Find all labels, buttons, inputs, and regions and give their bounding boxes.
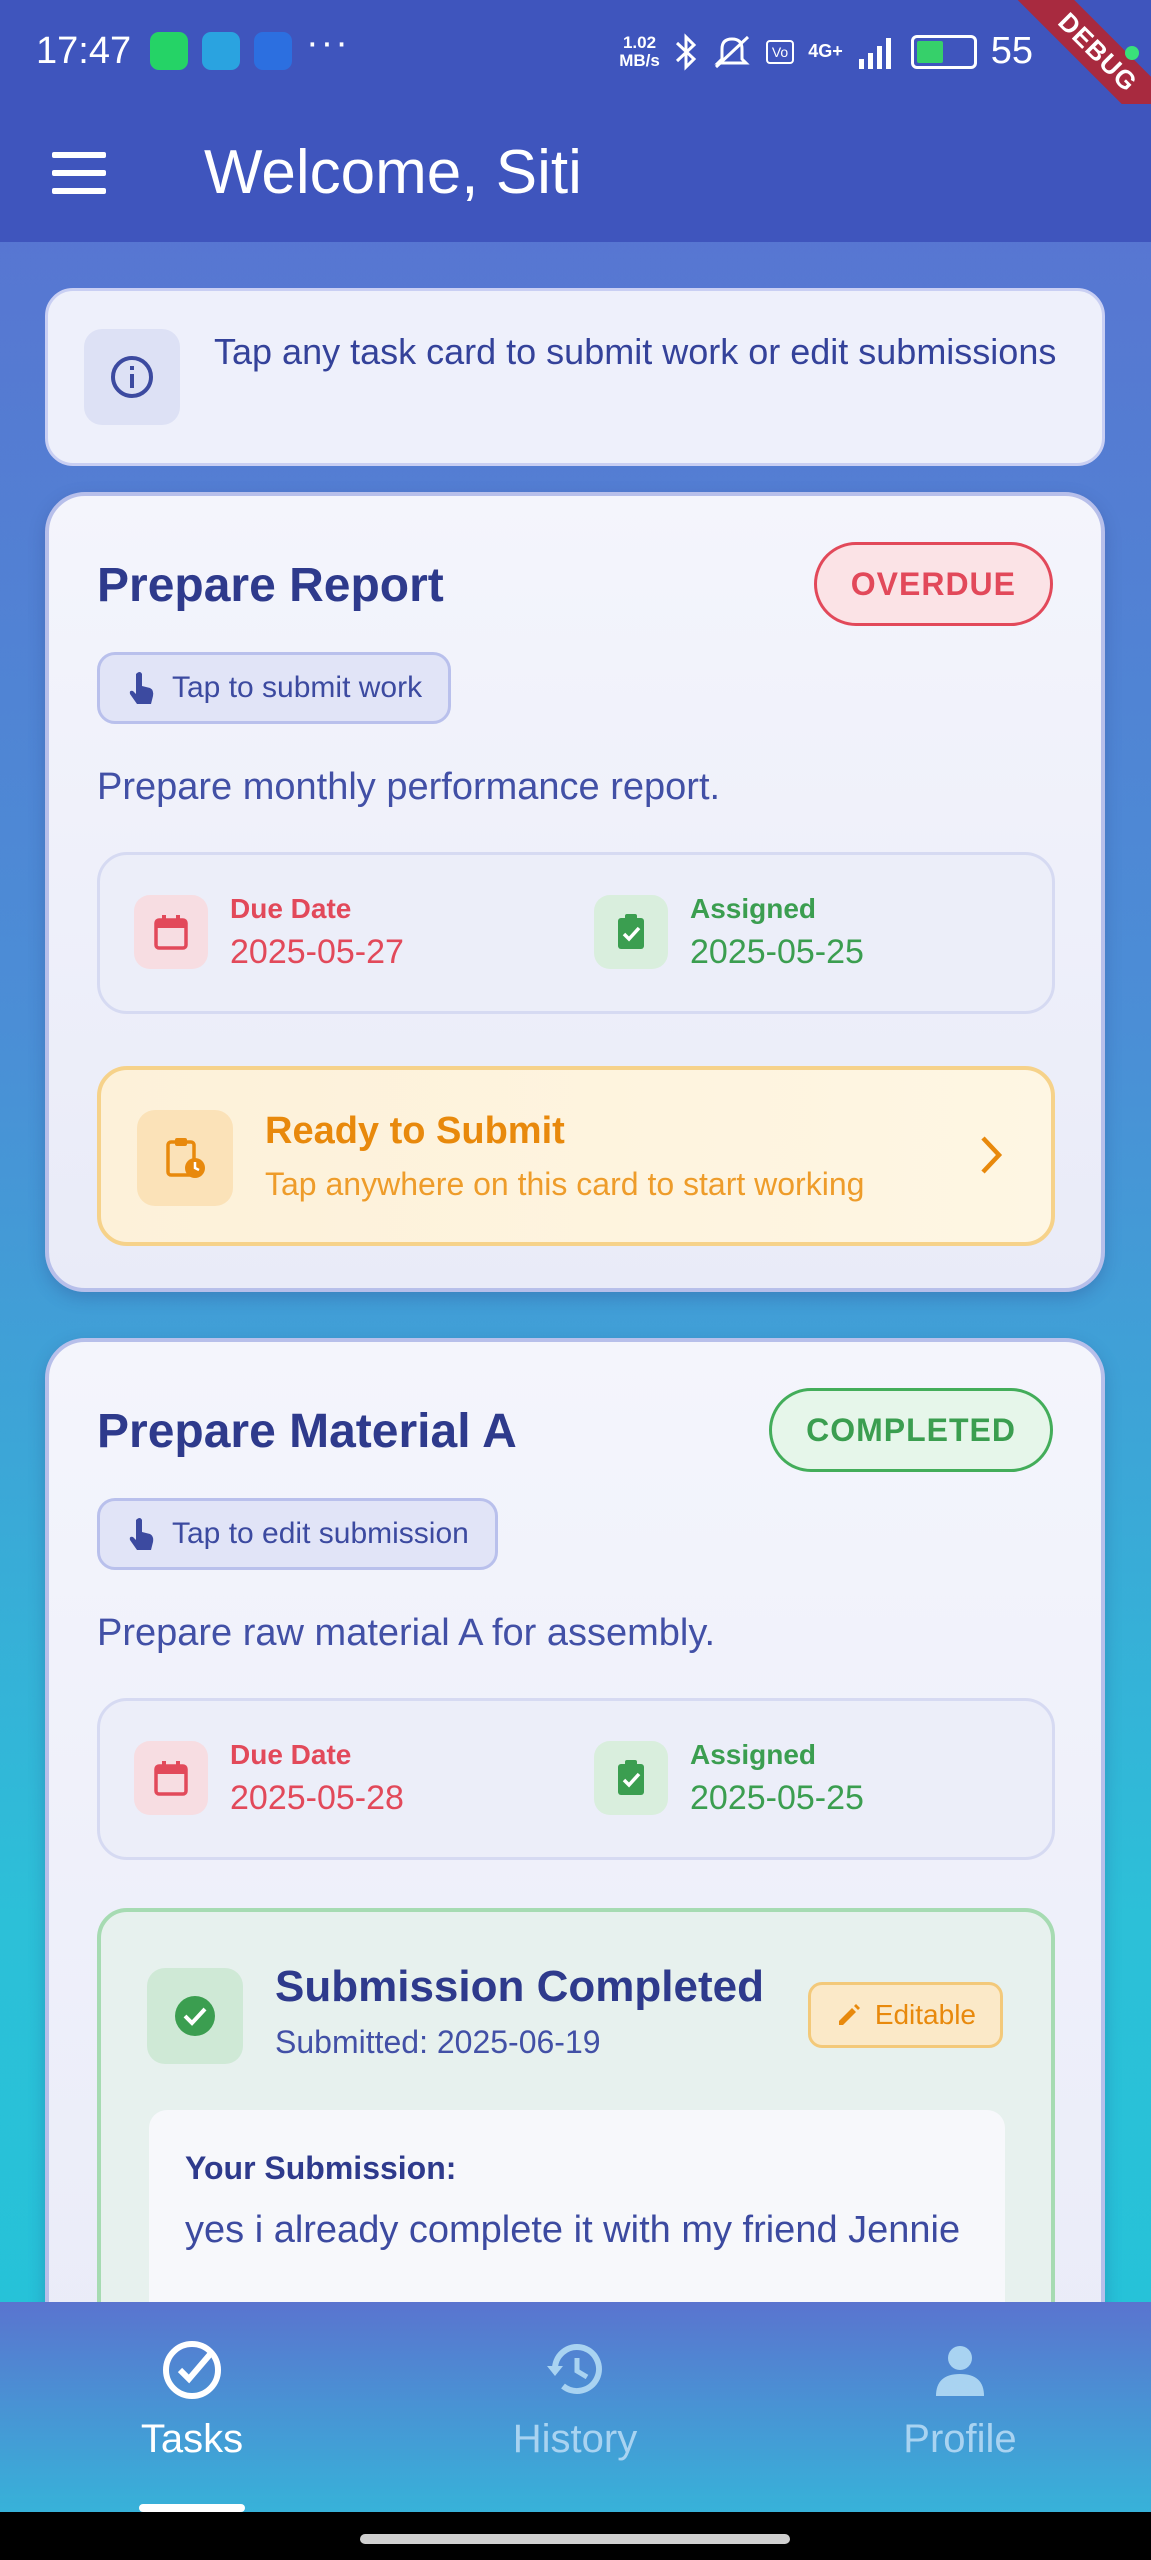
network-type: 4G+ <box>808 41 843 61</box>
person-icon <box>936 2346 984 2396</box>
editable-label: Editable <box>874 1999 976 2030</box>
task-title: Prepare Material A <box>97 1405 517 1458</box>
assigned-date-label: Assigned <box>690 1739 817 1770</box>
page-title: Welcome, Siti <box>204 138 582 207</box>
task-description: Prepare raw material A for assembly. <box>97 1612 716 1654</box>
submission-title: Submission Completed <box>275 1962 764 2011</box>
chevron-right-icon <box>981 1136 1003 1174</box>
tap-hint-label: Tap to edit submission <box>172 1517 469 1550</box>
network-speed-value: 1.02 <box>622 32 657 52</box>
calendar-icon <box>134 1741 208 1815</box>
volte-icon: Vo <box>765 39 795 64</box>
network-speed-unit: MB/s <box>619 50 660 70</box>
submit-subtitle: Tap anywhere on this card to start worki… <box>265 1166 865 1202</box>
signal-icon <box>858 37 891 69</box>
task-card[interactable]: Prepare Report OVERDUE Tap to submit wor… <box>45 492 1105 1292</box>
ready-to-submit-button[interactable]: Ready to Submit Tap anywhere on this car… <box>97 1066 1055 1246</box>
assigned-date-label: Assigned <box>690 893 817 924</box>
pending-clipboard-icon <box>137 1110 233 1206</box>
calendar-icon <box>134 895 208 969</box>
status-bar: 17:47 ··· 1.02 MB/s Vo 4G+ 55 DEBUG <box>0 0 1151 148</box>
assignment-check-icon <box>594 895 668 969</box>
task-dates: Due Date 2025-05-27 Assigned 2025-05-25 <box>97 852 1055 1014</box>
due-date-label: Due Date <box>230 1739 352 1770</box>
status-badge: COMPLETED <box>769 1388 1053 1472</box>
telegram-icon <box>202 32 240 70</box>
bluetooth-icon <box>675 32 696 71</box>
messenger-icon <box>254 32 292 70</box>
due-date-label: Due Date <box>230 893 352 924</box>
pencil-icon <box>838 2004 860 2025</box>
whatsapp-icon <box>150 32 188 70</box>
due-date-value: 2025-05-28 <box>230 1779 404 1817</box>
status-time: 17:47 <box>36 30 132 72</box>
tap-hint-chip: Tap to submit work <box>97 652 452 724</box>
nav-tasks[interactable]: Tasks <box>72 2338 312 2462</box>
nav-profile-label: Profile <box>903 2417 1017 2461</box>
assignment-check-icon <box>594 1741 668 1815</box>
assigned-date-value: 2025-05-25 <box>690 933 864 971</box>
info-banner: Tap any task card to submit work or edit… <box>45 288 1105 466</box>
nav-active-indicator <box>139 2504 245 2512</box>
task-description: Prepare monthly performance report. <box>97 766 721 808</box>
nav-history-label: History <box>512 2417 638 2461</box>
check-circle-icon <box>163 2341 221 2399</box>
touch-icon <box>129 672 154 704</box>
nav-history[interactable]: History <box>455 2338 695 2462</box>
your-submission-label: Your Submission: <box>185 2150 457 2186</box>
home-gesture-handle[interactable] <box>360 2534 790 2544</box>
status-indicators: 1.02 MB/s Vo 4G+ 55 <box>619 30 1033 73</box>
editable-button[interactable]: Editable <box>807 1982 1003 2048</box>
nav-profile[interactable]: Profile <box>840 2338 1080 2462</box>
submission-date: Submitted: 2025-06-19 <box>275 2024 601 2060</box>
due-date-value: 2025-05-27 <box>230 933 404 971</box>
mute-icon <box>714 35 750 68</box>
battery-icon <box>910 34 977 69</box>
battery-level: 55 <box>990 30 1033 72</box>
assigned-date-value: 2025-05-25 <box>690 1779 864 1817</box>
check-circle-icon <box>147 1968 243 2064</box>
info-icon <box>84 329 180 425</box>
submit-title: Ready to Submit <box>265 1110 565 1152</box>
more-notifications-icon: ··· <box>306 22 350 64</box>
menu-icon[interactable] <box>52 146 106 200</box>
status-badge: OVERDUE <box>813 542 1053 626</box>
task-card[interactable]: Prepare Material A COMPLETED Tap to edit… <box>45 1338 1105 2458</box>
task-title: Prepare Report <box>97 559 444 612</box>
touch-icon <box>129 1518 154 1550</box>
network-speed: 1.02 MB/s <box>619 32 660 70</box>
app-bar: Welcome, Siti <box>0 104 1151 242</box>
history-icon <box>547 2344 602 2395</box>
submission-text: yes i already complete it with my friend… <box>185 2209 961 2251</box>
bottom-navigation: Tasks History Profile <box>0 2302 1151 2512</box>
tap-hint-label: Tap to submit work <box>172 671 423 704</box>
privacy-indicator-icon <box>1125 46 1139 60</box>
nav-tasks-label: Tasks <box>140 2417 244 2461</box>
info-message: Tap any task card to submit work or edit… <box>214 331 1057 372</box>
tap-hint-chip: Tap to edit submission <box>97 1498 498 1570</box>
task-dates: Due Date 2025-05-28 Assigned 2025-05-25 <box>97 1698 1055 1860</box>
